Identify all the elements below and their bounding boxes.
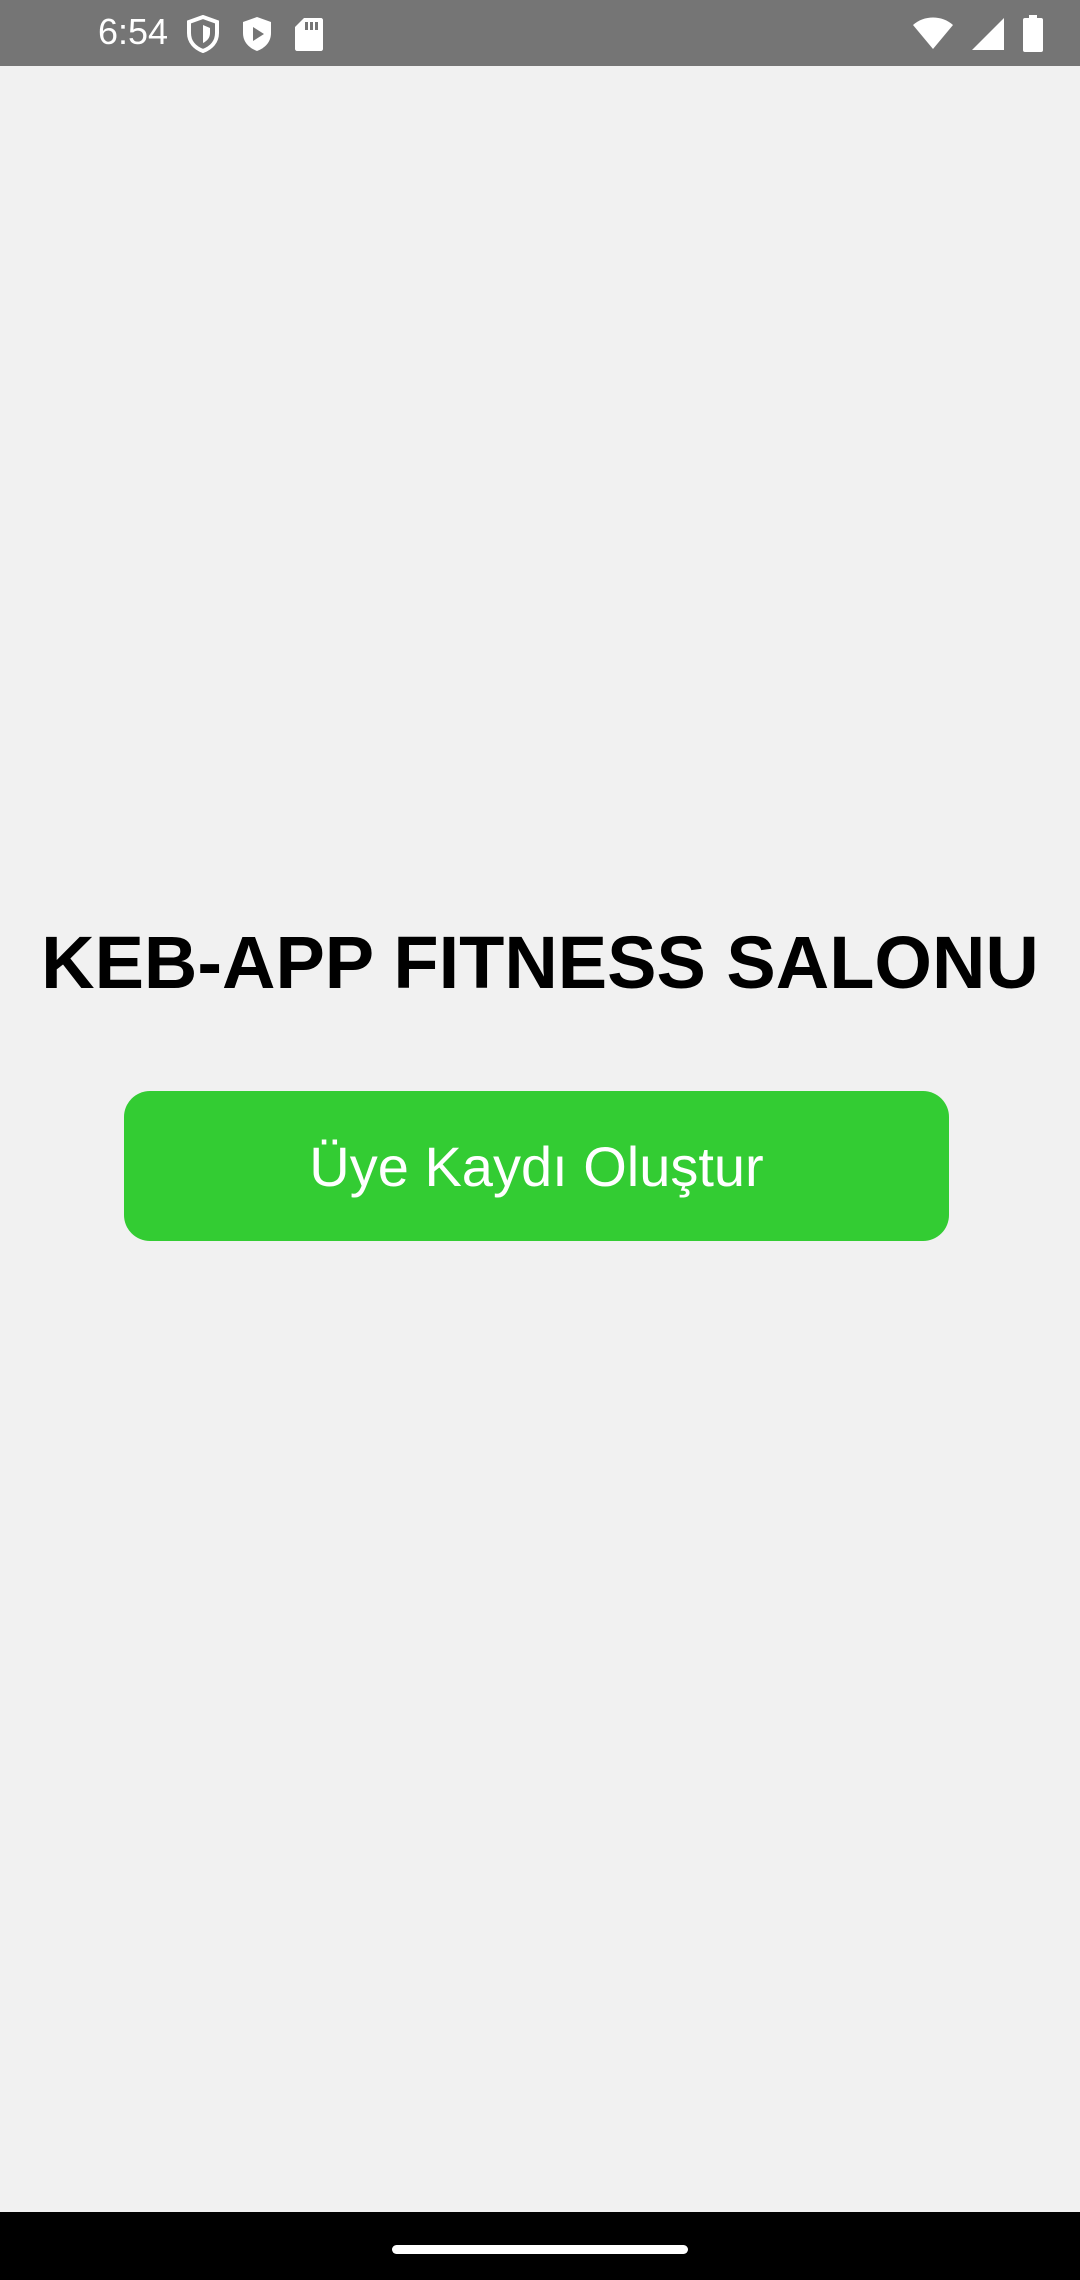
- navigation-bar: [0, 2212, 1080, 2280]
- vpn-shield-icon: [186, 14, 220, 54]
- play-store-icon: [240, 15, 274, 53]
- battery-icon: [1022, 15, 1044, 53]
- page-title: KEB-APP FITNESS SALONU: [41, 921, 1039, 1004]
- cellular-signal-icon: [970, 16, 1006, 52]
- wifi-icon: [912, 17, 954, 51]
- status-left-icons: [186, 14, 324, 54]
- sd-card-icon: [294, 16, 324, 52]
- create-member-record-button[interactable]: Üye Kaydı Oluştur: [124, 1091, 949, 1241]
- home-indicator[interactable]: [392, 2245, 688, 2254]
- status-time: 6:54: [98, 11, 169, 52]
- status-right-icons: [912, 14, 1044, 54]
- status-bar: 6:54: [0, 0, 1080, 66]
